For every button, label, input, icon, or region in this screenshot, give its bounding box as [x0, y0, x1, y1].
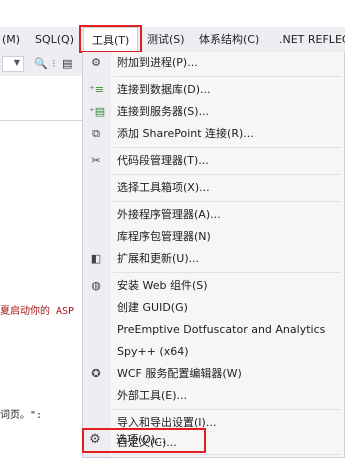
menu-test[interactable]: 测试(S): [147, 27, 185, 53]
menu-item-sharepoint-connection[interactable]: ⧉ 添加 SharePoint 连接(R)...: [83, 123, 345, 145]
menu-item-external-tools[interactable]: 外部工具(E)...: [83, 385, 345, 407]
toolbar: ▼ 🔍 ⁝ ▤: [0, 53, 82, 76]
menu-item-label: 外部工具(E)...: [117, 389, 188, 402]
menu-item-spy-plus-plus[interactable]: Spy++ (x64): [83, 341, 345, 363]
menu-separator: [113, 147, 341, 148]
gear-icon: ⚙: [89, 432, 101, 447]
menu-item-choose-toolbox[interactable]: 选择工具箱项(X)...: [83, 177, 345, 199]
code-editor: 夏启动你的 ASP 词页。":: [0, 76, 82, 458]
code-snippets-icon: ✂: [91, 154, 101, 167]
editor-divider: [0, 120, 82, 121]
connect-database-icon: ⁺≡: [89, 83, 105, 96]
menu-item-code-snippets[interactable]: ✂ 代码段管理器(T)...: [83, 150, 345, 172]
attach-process-icon: ⚙: [91, 56, 101, 69]
menu-item-label: 外接程序管理器(A)...: [117, 208, 221, 221]
connect-server-icon: ⁺▤: [89, 105, 106, 118]
menu-item-extensions-updates[interactable]: ◧ 扩展和更新(U)...: [83, 248, 345, 270]
menu-item-label: 选择工具箱项(X)...: [117, 181, 210, 194]
menu-item-label: WCF 服务配置编辑器(W): [117, 367, 242, 380]
toolbar-dropdown[interactable]: ▼: [2, 56, 24, 72]
menu-separator: [113, 454, 341, 455]
menu-item-label: 选项(O)...: [116, 433, 166, 446]
menu-item-create-guid[interactable]: 创建 GUID(G): [83, 297, 345, 319]
chevron-down-icon: ▼: [13, 58, 20, 67]
sharepoint-connection-icon: ⧉: [92, 127, 100, 140]
find-icon[interactable]: 🔍: [34, 57, 48, 70]
menu-item-dotfuscator[interactable]: PreEmptive Dotfuscator and Analytics: [83, 319, 345, 341]
tools-menu: ⚙ 附加到进程(P)... ⁺≡ 连接到数据库(D)... ⁺▤ 连接到服务器(…: [82, 52, 345, 458]
menu-item-label: 连接到服务器(S)...: [117, 105, 210, 118]
menu-architecture[interactable]: 体系结构(C): [199, 27, 259, 53]
menu-sql[interactable]: SQL(Q): [35, 27, 74, 53]
menu-item-connect-database[interactable]: ⁺≡ 连接到数据库(D)...: [83, 79, 345, 101]
menu-separator: [113, 76, 341, 77]
menu-item-label: 连接到数据库(D)...: [117, 83, 211, 96]
menu-item-label: 安装 Web 组件(S): [117, 279, 208, 292]
menu-item-label: Spy++ (x64): [117, 345, 189, 358]
web-components-icon: ◍: [91, 279, 101, 292]
menu-separator: [113, 409, 341, 410]
wcf-config-icon: ✪: [91, 367, 101, 380]
menu-item-wcf-config-editor[interactable]: ✪ WCF 服务配置编辑器(W): [83, 363, 345, 385]
toolbar-grip-icon: ⁝: [52, 57, 56, 70]
menu-separator: [113, 272, 341, 273]
menu-tools[interactable]: 工具(T): [83, 27, 139, 54]
menu-net-reflector[interactable]: .NET REFLEC: [279, 27, 345, 53]
menu-item-label: 库程序包管理器(N): [117, 230, 211, 243]
toolbar-button-icon[interactable]: ▤: [62, 57, 72, 70]
menu-item-attach-to-process[interactable]: ⚙ 附加到进程(P)...: [83, 52, 345, 74]
menu-item-install-web-components[interactable]: ◍ 安装 Web 组件(S): [83, 275, 345, 297]
menu-item-addin-manager[interactable]: 外接程序管理器(A)...: [83, 204, 345, 226]
menu-item-options[interactable]: ⚙ 选项(O)...: [82, 429, 345, 451]
editor-text-line: 词页。":: [0, 410, 43, 421]
menu-separator: [113, 174, 341, 175]
menu-item-label: 添加 SharePoint 连接(R)...: [117, 127, 254, 140]
menu-item-label: 代码段管理器(T)...: [117, 154, 209, 167]
extensions-icon: ◧: [90, 252, 102, 265]
menu-item-label: 附加到进程(P)...: [117, 56, 198, 69]
menu-item-connect-server[interactable]: ⁺▤ 连接到服务器(S)...: [83, 101, 345, 123]
menu-separator: [113, 201, 341, 202]
menu-bar: (M) SQL(Q) 工具(T) 测试(S) 体系结构(C) .NET REFL…: [0, 27, 345, 54]
menu-item-library-package-manager[interactable]: 库程序包管理器(N): [83, 226, 345, 248]
menu-item-label: 创建 GUID(G): [117, 301, 188, 314]
menu-item-label: PreEmptive Dotfuscator and Analytics: [117, 323, 326, 336]
menu-item-label: 扩展和更新(U)...: [117, 252, 200, 265]
editor-text-line: 夏启动你的 ASP: [0, 306, 75, 317]
menu-view-partial[interactable]: (M): [2, 27, 20, 53]
